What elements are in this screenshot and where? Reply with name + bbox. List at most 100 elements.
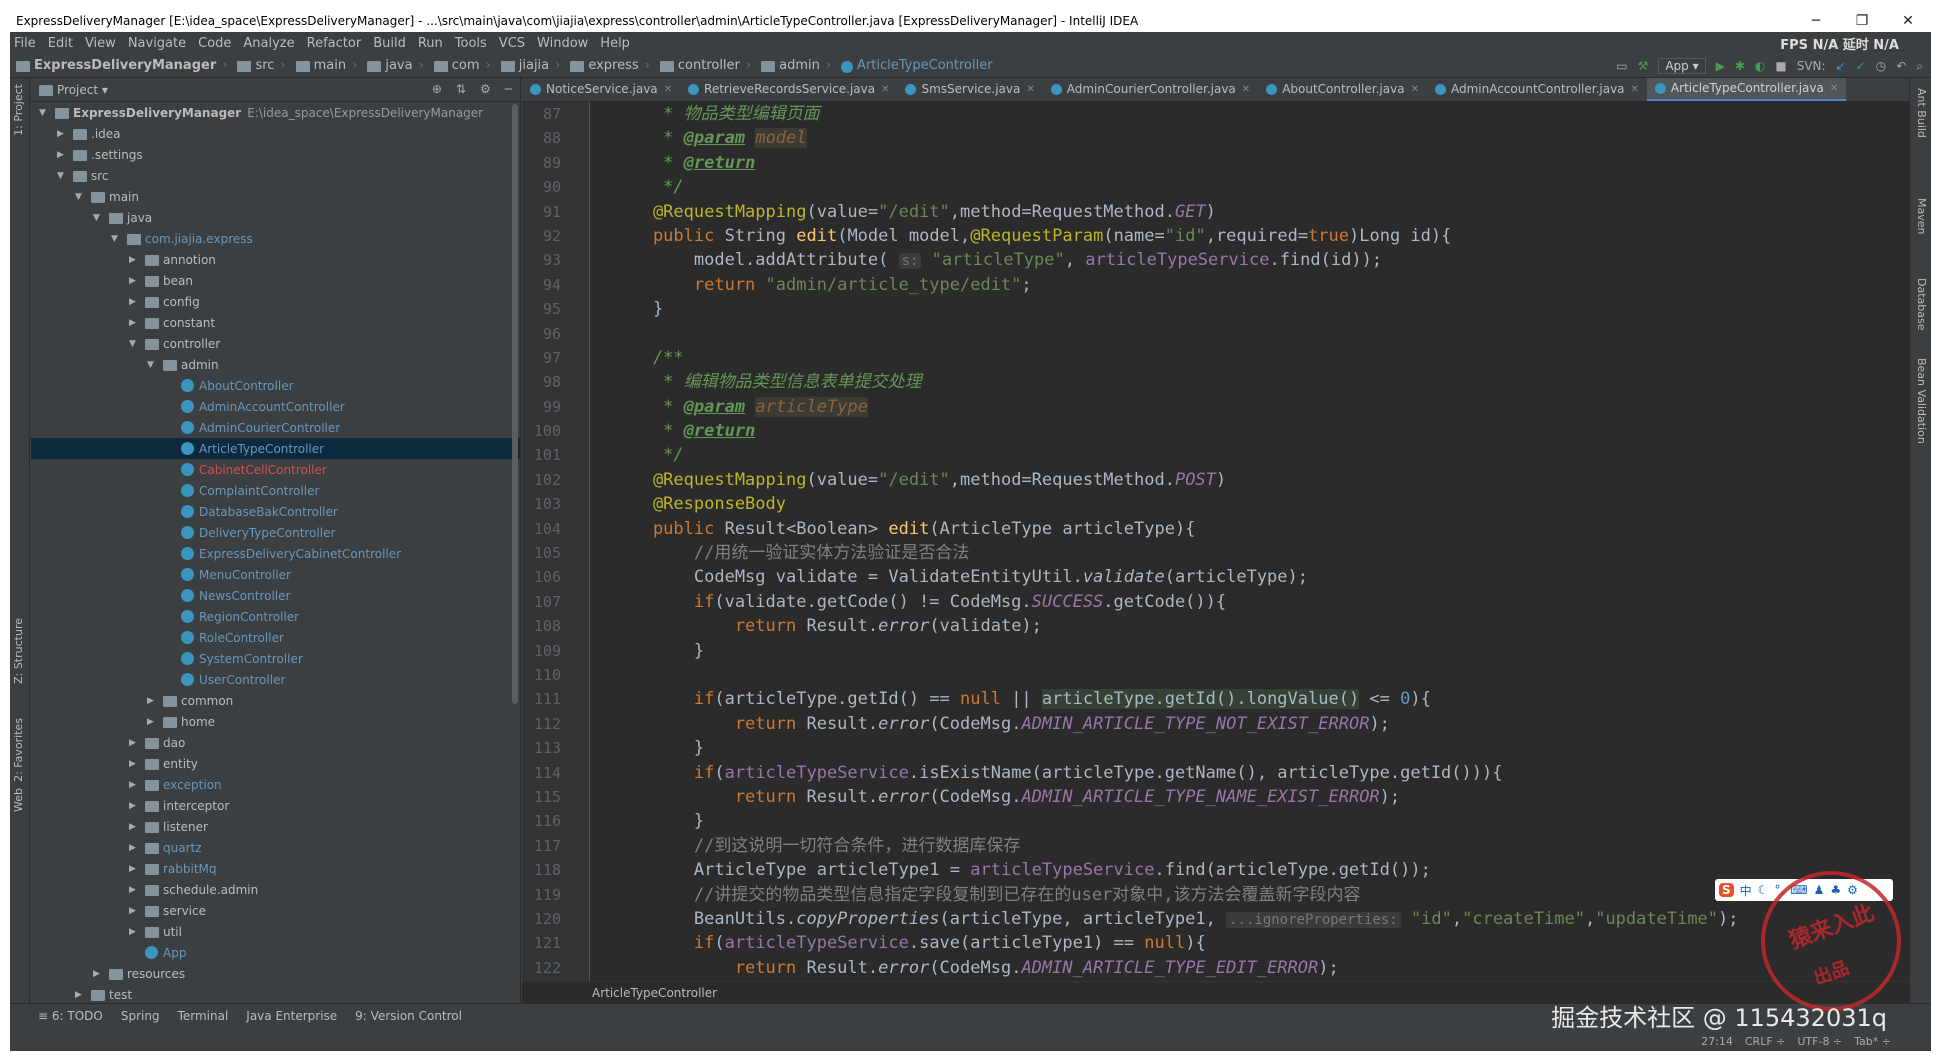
code-line[interactable]: if(articleTypeService.isExistName(articl…	[612, 761, 1889, 785]
breadcrumb-item[interactable]: java ›	[367, 58, 424, 73]
tree-class-item[interactable]: DatabaseBakController	[31, 501, 520, 522]
tree-class-item[interactable]: RoleController	[31, 627, 520, 648]
caret-position[interactable]: 27:14	[1701, 1035, 1733, 1048]
revert-icon[interactable]: ↶	[1896, 59, 1906, 73]
code-line[interactable]: }	[612, 639, 1889, 663]
debug-icon[interactable]: ✱	[1735, 59, 1745, 73]
code-line[interactable]: //讲提交的物品类型信息指定字段复制到已存在的user对象中,该方法会覆盖新字段…	[612, 883, 1889, 907]
maximize-button[interactable]: ❐	[1839, 10, 1885, 32]
svn-commit-icon[interactable]: ✓	[1856, 59, 1866, 73]
code-line[interactable]: public String edit(Model model,@RequestP…	[612, 224, 1889, 248]
menu-item-help[interactable]: Help	[600, 36, 630, 51]
tree-class-item[interactable]: AdminAccountController	[31, 396, 520, 417]
menu-item-build[interactable]: Build	[373, 36, 406, 51]
breadcrumb-item[interactable]: src ›	[237, 58, 286, 73]
tree-class-item[interactable]: UserController	[31, 669, 520, 690]
tree-folder-item[interactable]: ▼ main	[31, 186, 520, 207]
tree-folder-item[interactable]: ▼ controller	[31, 333, 520, 354]
close-tab-icon[interactable]: ✕	[1631, 84, 1639, 95]
breadcrumb-item[interactable]: ExpressDeliveryManager ›	[16, 58, 227, 73]
minimize-button[interactable]: ─	[1793, 10, 1839, 32]
editor-tab[interactable]: NoticeService.java ✕	[522, 78, 680, 101]
code-line[interactable]: if(articleType.getId() == null || articl…	[612, 687, 1889, 711]
menu-item-vcs[interactable]: VCS	[499, 36, 525, 51]
tree-folder-item[interactable]: ▶ .idea	[31, 123, 520, 144]
code-line[interactable]: * 物品类型编辑页面	[612, 102, 1889, 126]
close-tab-icon[interactable]: ✕	[1830, 83, 1838, 94]
code-line[interactable]: CodeMsg validate = ValidateEntityUtil.va…	[612, 565, 1889, 589]
close-tab-icon[interactable]: ✕	[1411, 84, 1419, 95]
tree-folder-item[interactable]: ▶ listener	[31, 816, 520, 837]
code-line[interactable]: */	[612, 443, 1889, 467]
line-separator[interactable]: CRLF ÷	[1745, 1035, 1786, 1048]
code-line[interactable]: //到这说明一切符合条件，进行数据库保存	[612, 834, 1889, 858]
menu-item-navigate[interactable]: Navigate	[128, 36, 186, 51]
editor-tab[interactable]: ArticleTypeController.java ✕	[1646, 78, 1847, 101]
editor-tab[interactable]: AboutController.java ✕	[1258, 78, 1427, 101]
database-tool-tab[interactable]: Database	[1915, 278, 1928, 331]
ime-moon-icon[interactable]: ☾	[1758, 883, 1769, 897]
chevron-down-icon[interactable]: ▼	[39, 108, 49, 118]
hide-icon[interactable]: ─	[505, 82, 512, 96]
code-line[interactable]: * @param articleType	[612, 395, 1889, 419]
chevron-right-icon[interactable]: ▶	[129, 885, 139, 895]
code-line[interactable]: if(articleTypeService.save(articleType1)…	[612, 931, 1889, 955]
tree-class-item[interactable]: MenuController	[31, 564, 520, 585]
run-icon[interactable]: ▶	[1716, 59, 1725, 73]
chevron-down-icon[interactable]: ▼	[111, 234, 121, 244]
web-tool-tab[interactable]: Web	[12, 788, 25, 812]
tree-folder-item[interactable]: ▶ entity	[31, 753, 520, 774]
code-line[interactable]	[612, 322, 1889, 346]
tree-folder-item[interactable]: ▶ test	[31, 984, 520, 1003]
menu-item-refactor[interactable]: Refactor	[307, 36, 362, 51]
code-text[interactable]: * 物品类型编辑页面 * @param model * @return */ @…	[612, 102, 1889, 980]
code-line[interactable]: ArticleType articleType1 = articleTypeSe…	[612, 858, 1889, 882]
tool-window-tab[interactable]: Spring	[121, 1009, 160, 1023]
code-line[interactable]: return Result.error(CodeMsg.ADMIN_ARTICL…	[612, 712, 1889, 736]
chevron-right-icon[interactable]: ▶	[57, 129, 67, 139]
code-line[interactable]: model.addAttribute( s: "articleType", ar…	[612, 248, 1889, 272]
indent-setting[interactable]: Tab* ÷	[1854, 1035, 1891, 1048]
chevron-right-icon[interactable]: ▶	[147, 696, 157, 706]
file-encoding[interactable]: UTF-8 ÷	[1797, 1035, 1842, 1048]
project-structure-icon[interactable]: ▭	[1616, 59, 1627, 73]
chevron-right-icon[interactable]: ▶	[129, 255, 139, 265]
chevron-down-icon[interactable]: ▼	[57, 171, 67, 181]
tree-class-item[interactable]: App	[31, 942, 520, 963]
menu-item-edit[interactable]: Edit	[48, 36, 73, 51]
close-tab-icon[interactable]: ✕	[1026, 84, 1034, 95]
tree-folder-item[interactable]: ▶ exception	[31, 774, 520, 795]
breadcrumb-item[interactable]: com ›	[433, 58, 491, 73]
breadcrumb-item[interactable]: ArticleTypeController	[841, 58, 993, 73]
chevron-right-icon[interactable]: ▶	[147, 717, 157, 727]
code-line[interactable]: * @param model	[612, 126, 1889, 150]
chevron-right-icon[interactable]: ▶	[57, 150, 67, 160]
tree-folder-item[interactable]: ▼ src	[31, 165, 520, 186]
menu-item-tools[interactable]: Tools	[455, 36, 487, 51]
chevron-right-icon[interactable]: ▶	[129, 801, 139, 811]
breadcrumb-item[interactable]: express ›	[570, 58, 650, 73]
code-line[interactable]: //用统一验证实体方法验证是否合法	[612, 541, 1889, 565]
breadcrumb-item[interactable]: controller ›	[659, 58, 751, 73]
menu-item-run[interactable]: Run	[418, 36, 443, 51]
tree-folder-item[interactable]: ▶ service	[31, 900, 520, 921]
chevron-down-icon[interactable]: ▼	[75, 192, 85, 202]
run-config-select[interactable]: App ▾	[1658, 58, 1706, 74]
ant-build-tool-tab[interactable]: Ant Build	[1915, 88, 1928, 138]
code-line[interactable]: BeanUtils.copyProperties(articleType, ar…	[612, 907, 1889, 931]
tree-folder-item[interactable]: ▶ rabbitMq	[31, 858, 520, 879]
chevron-right-icon[interactable]: ▶	[129, 297, 139, 307]
gear-icon[interactable]: ⚙	[480, 82, 491, 96]
code-line[interactable]: return Result.error(validate);	[612, 614, 1889, 638]
code-line[interactable]: if(validate.getCode() != CodeMsg.SUCCESS…	[612, 590, 1889, 614]
code-line[interactable]: }	[612, 297, 1889, 321]
chevron-right-icon[interactable]: ▶	[75, 990, 85, 1000]
code-line[interactable]: @RequestMapping(value="/edit",method=Req…	[612, 200, 1889, 224]
collapse-all-icon[interactable]: ⇅	[456, 82, 466, 96]
close-tab-icon[interactable]: ✕	[881, 84, 889, 95]
tree-folder-item[interactable]: ▶ home	[31, 711, 520, 732]
close-tab-icon[interactable]: ✕	[1242, 84, 1250, 95]
tree-folder-item[interactable]: ▼ ExpressDeliveryManager E:\idea_space\Exp…	[31, 102, 520, 123]
chevron-down-icon[interactable]: ▼	[147, 360, 157, 370]
menu-item-file[interactable]: File	[14, 36, 36, 51]
